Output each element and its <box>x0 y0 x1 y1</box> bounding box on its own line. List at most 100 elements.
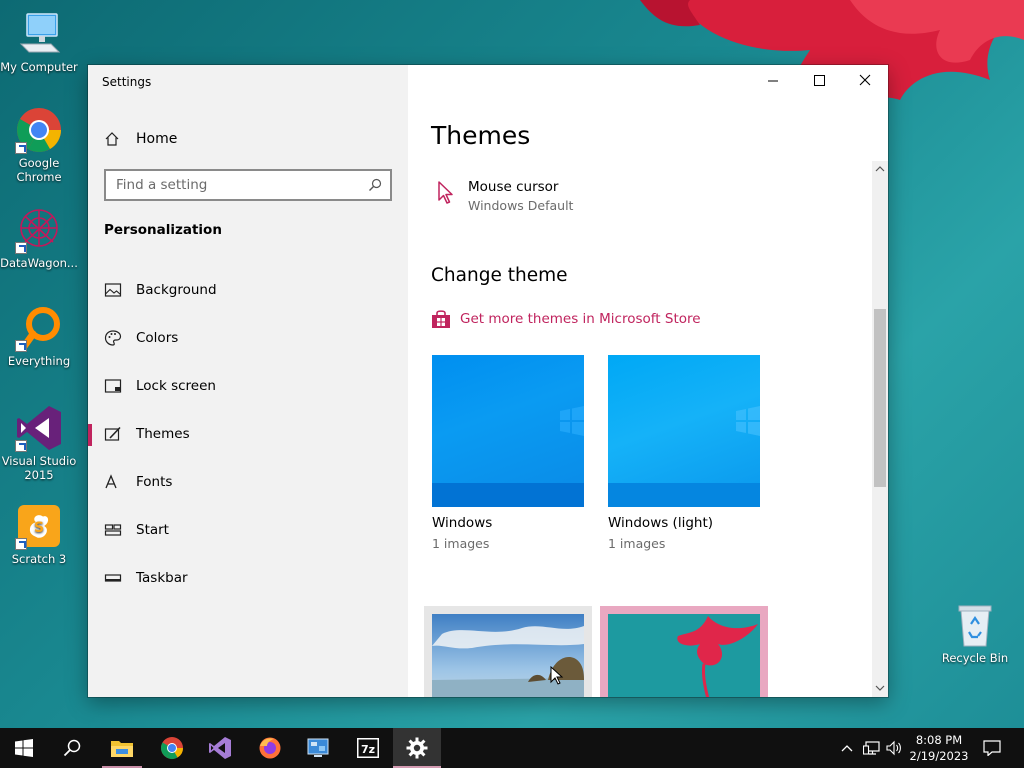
theme-thumbnail <box>432 355 584 507</box>
shortcut-arrow-icon <box>15 142 27 154</box>
theme-image-count: 1 images <box>608 536 666 551</box>
search-setting-box[interactable] <box>104 169 392 201</box>
start-layout-icon <box>104 524 122 536</box>
desktop-icon-label: Scratch 3 <box>11 552 67 566</box>
brush-icon <box>104 426 121 441</box>
shortcut-arrow-icon <box>15 440 27 452</box>
visual-studio-icon <box>15 404 63 452</box>
desktop-icon-label: Everything <box>7 354 71 368</box>
theme-tile-windows[interactable]: Windows 1 images <box>432 355 584 551</box>
everything-icon <box>15 304 63 352</box>
nav-item-fonts[interactable]: Fonts <box>88 462 408 502</box>
clock-time: 8:08 PM <box>915 733 963 747</box>
scroll-down-arrow-icon[interactable] <box>875 683 885 693</box>
desktop-icon-label: Google Chrome <box>16 156 62 184</box>
theme-name: Windows (light) <box>608 515 714 531</box>
window-title: Settings <box>102 75 152 89</box>
palette-icon <box>104 330 122 346</box>
nav-item-taskbar[interactable]: Taskbar <box>88 558 408 598</box>
thumbnail-floor <box>432 483 584 507</box>
7zip-icon: 7z <box>357 738 379 758</box>
remote-desktop-icon <box>307 738 329 757</box>
desktop-icon-label: Visual Studio 2015 <box>1 454 77 482</box>
taskbar-firefox[interactable] <box>246 728 294 768</box>
start-button[interactable] <box>0 728 48 768</box>
nav-item-label: Taskbar <box>136 570 188 586</box>
store-link[interactable]: Get more themes in Microsoft Store <box>431 309 701 329</box>
theme-tile-windows-light[interactable]: Windows (light) 1 images <box>608 355 760 551</box>
thumbnail-floor <box>608 483 760 507</box>
nav-item-lock-screen[interactable]: Lock screen <box>88 366 408 406</box>
desktop-icon-my-computer[interactable]: My Computer <box>0 10 78 74</box>
taskbar-file-explorer[interactable] <box>98 728 146 768</box>
chevron-up-icon <box>841 745 853 752</box>
visual-studio-icon <box>209 737 231 759</box>
content-pane[interactable]: Themes Mouse cursor Windows Default Chan… <box>408 65 888 697</box>
windows-logo-icon <box>560 406 584 436</box>
picture-icon <box>104 283 122 297</box>
tray-network[interactable] <box>860 728 884 768</box>
close-button[interactable] <box>842 65 888 97</box>
nav-item-label: Background <box>136 282 217 298</box>
nav-home-label: Home <box>136 131 178 147</box>
desktop-icon-visual-studio[interactable]: Visual Studio 2015 <box>0 404 78 482</box>
taskbar-7zip[interactable]: 7z <box>344 728 392 768</box>
theme-tile-flower[interactable] <box>600 606 768 697</box>
start-icon <box>15 739 33 757</box>
nav-item-label: Fonts <box>136 474 173 490</box>
desktop-icon-scratch[interactable]: S Scratch 3 <box>0 502 78 566</box>
desktop-icon-everything[interactable]: Everything <box>0 304 78 368</box>
minimize-button[interactable] <box>750 65 796 97</box>
desktop-icon-label: My Computer <box>0 60 78 74</box>
volume-icon <box>886 740 901 756</box>
search-input[interactable] <box>106 171 356 199</box>
clock-date: 2/19/2023 <box>909 749 969 763</box>
nav-item-background[interactable]: Background <box>88 270 408 310</box>
tray-volume[interactable] <box>884 728 904 768</box>
taskbar-visual-studio[interactable] <box>196 728 244 768</box>
shortcut-arrow-icon <box>15 242 27 254</box>
settings-window[interactable]: Settings Home Personalization Background <box>88 65 888 697</box>
nav-item-label: Themes <box>136 426 190 442</box>
mouse-cursor-label: Mouse cursor <box>468 179 559 195</box>
svg-text:7z: 7z <box>361 743 375 756</box>
nav-home[interactable]: Home <box>104 127 177 151</box>
notification-icon <box>983 740 1001 756</box>
nav-item-start[interactable]: Start <box>88 510 408 550</box>
tray-show-hidden[interactable] <box>836 728 858 768</box>
nav-item-colors[interactable]: Colors <box>88 318 408 358</box>
taskbar: 7z 8:08 PM 2/19/2023 <box>0 728 1024 768</box>
store-bag-icon <box>432 310 450 328</box>
nav-item-themes[interactable]: Themes <box>88 414 408 454</box>
theme-tile-coast[interactable] <box>424 606 592 697</box>
shortcut-arrow-icon <box>15 538 27 550</box>
desktop-icon-google-chrome[interactable]: Google Chrome <box>0 106 78 184</box>
font-icon <box>105 474 117 489</box>
mouse-pointer <box>550 666 564 685</box>
scroll-up-arrow-icon[interactable] <box>875 164 885 174</box>
navigation-pane: Settings Home Personalization Background <box>88 65 408 697</box>
chrome-icon <box>15 106 63 154</box>
search-button[interactable] <box>48 728 96 768</box>
search-icon[interactable] <box>368 178 382 192</box>
minimize-icon <box>768 80 778 82</box>
taskbar-icon <box>104 574 122 582</box>
taskbar-clock[interactable]: 8:08 PM 2/19/2023 <box>904 732 974 764</box>
desktop-icon-recycle-bin[interactable]: Recycle Bin <box>938 602 1012 665</box>
change-theme-heading: Change theme <box>431 265 568 286</box>
desktop-icon-datawagon[interactable]: DataWagon... <box>0 206 78 270</box>
taskbar-chrome[interactable] <box>148 728 196 768</box>
scroll-thumb[interactable] <box>874 309 886 487</box>
close-icon <box>859 74 871 86</box>
taskbar-settings[interactable] <box>393 728 441 768</box>
taskbar-remote-desktop[interactable] <box>294 728 342 768</box>
home-icon <box>105 132 119 146</box>
content-scrollbar[interactable] <box>872 161 888 697</box>
scratch-icon: S <box>15 502 63 550</box>
chrome-icon <box>161 737 183 759</box>
maximize-button[interactable] <box>796 65 842 97</box>
action-center-button[interactable] <box>978 728 1006 768</box>
flower-theme-thumbnail <box>608 614 760 697</box>
maximize-icon <box>814 75 825 86</box>
mouse-cursor-icon <box>438 181 453 204</box>
